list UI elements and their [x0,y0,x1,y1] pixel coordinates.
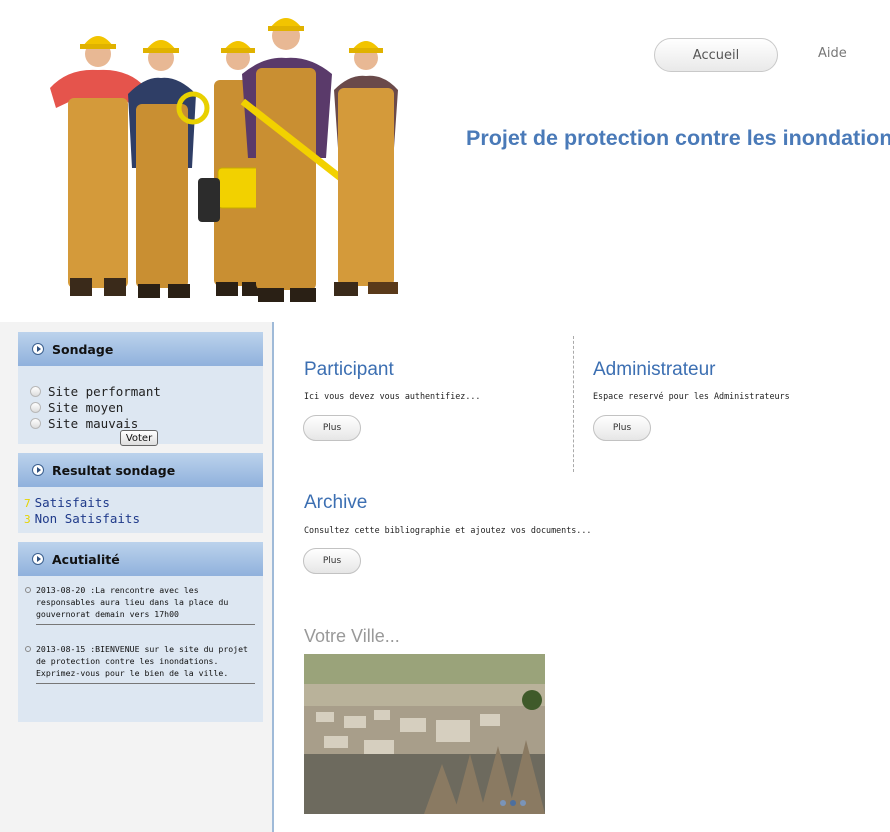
results-header: Resultat sondage [18,453,263,487]
arrow-bullet-icon [32,343,44,355]
archive-more-button[interactable]: Plus [303,548,361,574]
admin-title: Administrateur [593,359,716,380]
admin-description: Espace reservé pour les Administrateurs [593,391,790,401]
news-divider [36,683,255,684]
arrow-bullet-icon [32,464,44,476]
poll-option-label: Site moyen [48,399,124,415]
vote-button[interactable]: Voter [120,430,158,446]
news-item: 2013-08-15 :BIENVENUE sur le site du pro… [18,643,263,679]
result-count: 3 [24,513,31,526]
poll-results-box: Resultat sondage 7 Satisfaits 3 Non Sati… [18,453,263,533]
news-title: Acutialité [52,551,120,567]
poll-header: Sondage [18,332,263,366]
worker-figure [128,40,210,298]
poll-box: Sondage Site performant Site moyen Site … [18,332,263,446]
result-count: 7 [24,497,31,510]
home-nav-label: Accueil [692,47,740,63]
participant-more-button[interactable]: Plus [303,415,361,441]
results-title: Resultat sondage [52,462,176,478]
result-label: Satisfaits [34,495,110,510]
poll-title: Sondage [52,341,114,357]
result-row-non-satisfaits: 3 Non Satisfaits [18,511,263,527]
poll-option-mauvais[interactable]: Site mauvais [18,415,263,431]
workers-banner-image [50,18,398,302]
city-section-title: Votre Ville... [304,626,400,646]
sidebar: Sondage Site performant Site moyen Site … [0,322,274,832]
site-title: Projet de protection contre les inondati… [466,126,890,150]
radio-button[interactable] [30,401,41,413]
participant-description: Ici vous devez vous authentifiez... [304,391,481,401]
poll-option-label: Site performant [48,383,161,399]
column-divider [573,336,574,472]
worker-figure [334,41,398,296]
worker-figure [50,36,146,296]
news-item: 2013-08-20 :La rencontre avec les respon… [18,584,263,620]
news-header: Acutialité [18,542,263,576]
result-row-satisfaits: 7 Satisfaits [18,495,263,511]
result-label: Non Satisfaits [34,511,140,526]
participant-title: Participant [304,359,394,380]
poll-option-moyen[interactable]: Site moyen [18,399,263,415]
archive-description: Consultez cette bibliographie et ajoutez… [304,525,592,535]
news-box: Acutialité 2013-08-20 :La rencontre avec… [18,542,263,722]
help-nav-link[interactable]: Aide [818,46,847,61]
archive-title: Archive [304,492,368,513]
city-slideshow-image [304,654,545,814]
radio-button[interactable] [30,385,41,397]
radio-button[interactable] [30,417,41,429]
poll-option-performant[interactable]: Site performant [18,383,263,399]
arrow-bullet-icon [32,553,44,565]
home-nav-button[interactable]: Accueil [654,38,778,72]
poll-option-label: Site mauvais [48,415,139,431]
admin-more-button[interactable]: Plus [593,415,651,441]
